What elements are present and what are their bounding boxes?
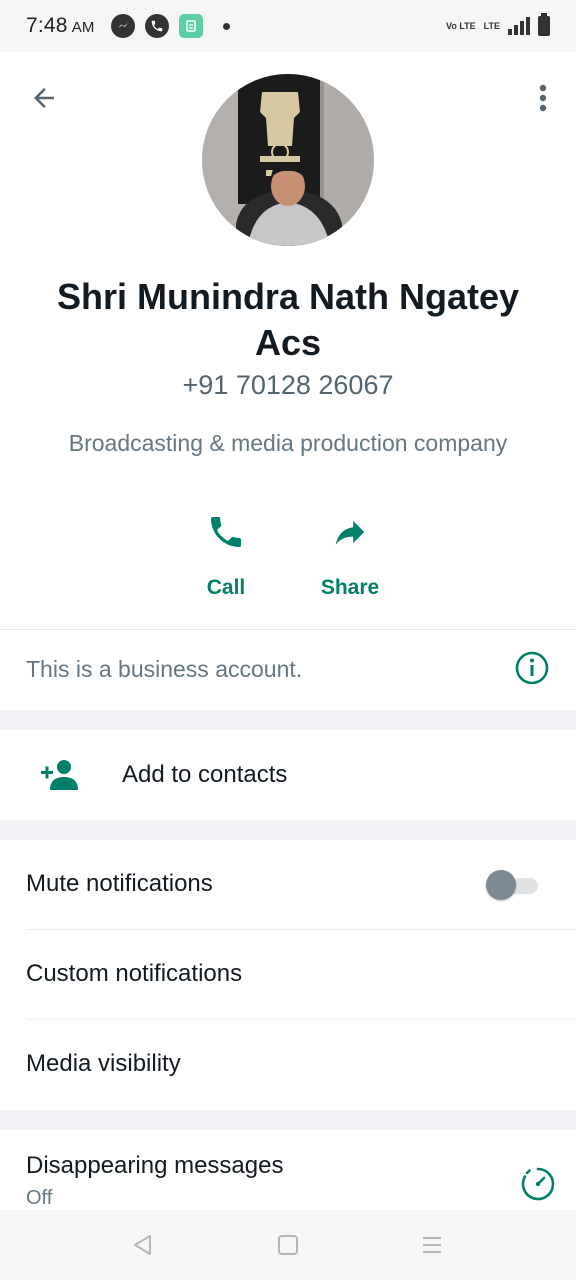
navigation-bar: [0, 1210, 576, 1280]
back-button[interactable]: [24, 78, 64, 118]
mute-notifications-label: Mute notifications: [26, 870, 213, 897]
notification-settings: Mute notifications Custom notifications …: [0, 840, 576, 1110]
media-visibility-row[interactable]: Media visibility: [0, 1020, 576, 1110]
nav-home-button[interactable]: [275, 1232, 301, 1258]
messenger-icon: [110, 14, 135, 38]
contact-header: Shri Munindra Nath Ngatey Acs +91 70128 …: [0, 52, 576, 710]
contact-name: Shri Munindra Nath Ngatey Acs: [56, 276, 520, 363]
status-bar: 7:48 AM Vo LTE LTE: [0, 0, 576, 52]
network-type: Vo LTE: [445, 20, 476, 31]
more-notifications-dot: [222, 22, 230, 30]
info-button[interactable]: [514, 650, 550, 686]
share-label: Share: [320, 576, 380, 599]
network-lte: LTE: [483, 20, 500, 31]
more-vertical-icon: [539, 84, 547, 112]
divider: [0, 629, 576, 630]
status-right: Vo LTE LTE: [445, 13, 550, 36]
disappearing-messages-label: Disappearing messages: [26, 1152, 284, 1179]
more-options-button[interactable]: [528, 78, 558, 118]
custom-notifications-label: Custom notifications: [26, 960, 243, 987]
media-visibility-label: Media visibility: [26, 1050, 181, 1077]
phone-icon: [211, 517, 241, 547]
info-icon: [515, 651, 549, 685]
whatsapp-icon: [144, 14, 169, 38]
business-account-notice[interactable]: This is a business account.: [26, 656, 302, 683]
call-button[interactable]: Call: [181, 504, 271, 600]
disappearing-messages-row[interactable]: Disappearing messages Off: [0, 1130, 576, 1210]
signal-icon: [508, 17, 530, 35]
add-to-contacts-row[interactable]: Add to contacts: [0, 730, 576, 820]
share-button[interactable]: Share: [305, 504, 395, 600]
mute-notifications-toggle[interactable]: [486, 870, 540, 900]
status-time: 7:48 AM: [26, 14, 95, 37]
app-notification-icon: [178, 14, 203, 38]
square-home-icon: [278, 1235, 298, 1255]
timer-icon: [521, 1167, 555, 1201]
mute-notifications-row[interactable]: Mute notifications: [0, 840, 576, 930]
custom-notifications-row[interactable]: Custom notifications: [0, 930, 576, 1020]
toggle-knob: [486, 870, 516, 900]
add-to-contacts-label: Add to contacts: [122, 761, 288, 788]
business-category: Broadcasting & media production company: [68, 430, 508, 456]
profile-photo[interactable]: [202, 74, 374, 246]
battery-icon: [538, 13, 550, 36]
notification-icons: [110, 14, 230, 38]
disappearing-messages-value: Off: [26, 1187, 53, 1209]
contact-phone: +91 70128 26067: [182, 370, 394, 400]
nav-back-button[interactable]: [129, 1232, 155, 1258]
menu-lines-icon: [423, 1237, 441, 1253]
triangle-back-icon: [134, 1235, 151, 1255]
share-arrow-icon: [335, 520, 365, 545]
arrow-left-icon: [34, 88, 54, 108]
call-label: Call: [206, 576, 246, 599]
person-add-icon: [41, 760, 78, 790]
nav-recents-button[interactable]: [419, 1232, 445, 1258]
